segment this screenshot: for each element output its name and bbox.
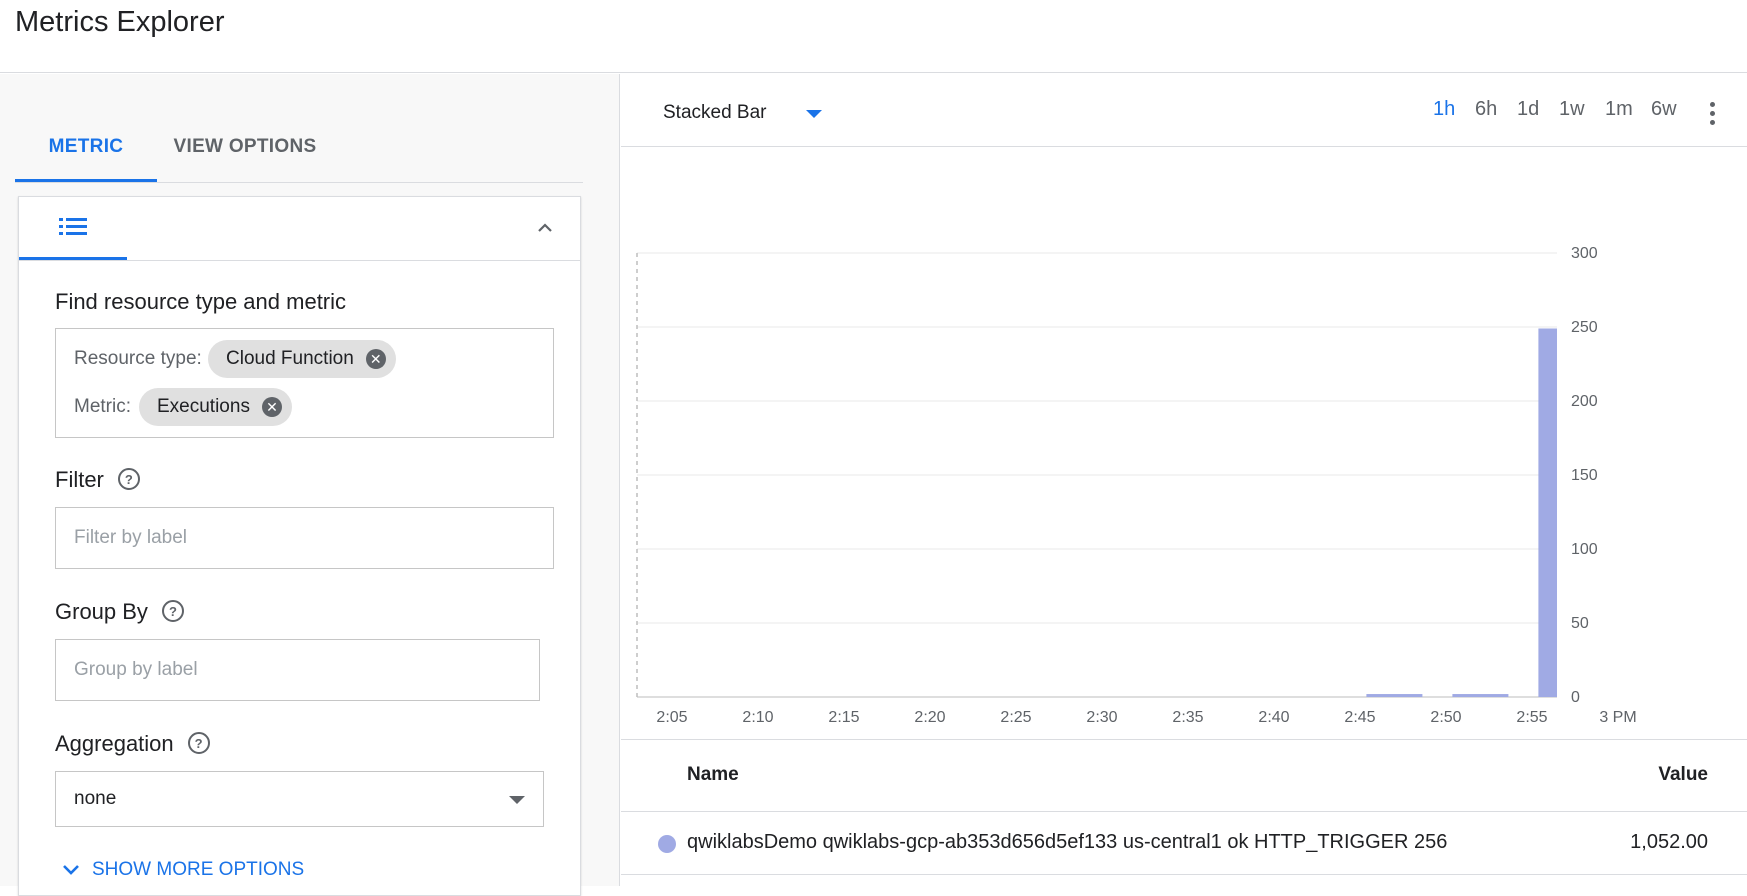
- chart-bar: [1366, 694, 1423, 697]
- remove-chip-icon[interactable]: ✕: [261, 397, 282, 417]
- range-1h[interactable]: 1h: [1433, 98, 1455, 121]
- chevron-down-icon: [63, 865, 79, 875]
- y-tick-label: 50: [1571, 615, 1589, 632]
- x-tick-label: 2:15: [828, 709, 859, 726]
- metric-label: Metric:: [74, 396, 131, 417]
- remove-chip-icon[interactable]: ✕: [365, 349, 386, 369]
- metric-card: Find resource type and metric Resource t…: [18, 196, 581, 896]
- find-resource-label: Find resource type and metric: [55, 289, 347, 314]
- aggregation-label: Aggregation?: [55, 731, 210, 757]
- x-tick-label: 2:25: [1000, 709, 1031, 726]
- aggregation-select[interactable]: none: [55, 771, 544, 827]
- chart-toolbar: Stacked Bar 1h 6h 1d 1w 1m 6w: [621, 74, 1747, 147]
- groupby-label-text: Group By: [55, 599, 148, 624]
- show-more-label: SHOW MORE OPTIONS: [92, 859, 305, 880]
- chevron-up-icon: [538, 223, 552, 232]
- x-tick-label: 2:40: [1258, 709, 1289, 726]
- tab-view-options[interactable]: VIEW OPTIONS: [165, 124, 325, 182]
- dropdown-caret-icon: [509, 796, 525, 804]
- filter-input[interactable]: Filter by label: [55, 507, 554, 569]
- series-name: qwiklabsDemo qwiklabs-gcp-ab353d656d5ef1…: [687, 831, 1448, 853]
- x-tick-label: 2:45: [1344, 709, 1375, 726]
- y-tick-label: 0: [1571, 689, 1580, 706]
- metric-value: Executions: [157, 396, 250, 417]
- groupby-placeholder: Group by label: [74, 659, 198, 680]
- top-bar: Metrics Explorer: [0, 0, 1747, 73]
- legend-table-header: Name Value: [621, 739, 1747, 812]
- y-tick-label: 150: [1571, 467, 1598, 484]
- y-tick-label: 100: [1571, 541, 1598, 558]
- help-icon[interactable]: ?: [161, 600, 184, 623]
- x-tick-label: 3 PM: [1599, 709, 1636, 726]
- card-header: [19, 197, 580, 261]
- y-tick-label: 300: [1571, 245, 1598, 262]
- chart-type-select[interactable]: Stacked Bar: [663, 102, 767, 124]
- groupby-input[interactable]: Group by label: [55, 639, 540, 701]
- resource-type-label: Resource type:: [74, 348, 202, 369]
- collapse-button[interactable]: [532, 215, 558, 241]
- card-tab-list[interactable]: [19, 197, 127, 260]
- filter-label-text: Filter: [55, 467, 104, 492]
- table-row[interactable]: qwiklabsDemo qwiklabs-gcp-ab353d656d5ef1…: [621, 812, 1747, 875]
- metric-chip[interactable]: Executions ✕: [139, 388, 292, 426]
- resource-metric-box[interactable]: Resource type: Cloud Function ✕ Metric: …: [55, 328, 554, 438]
- column-name-header[interactable]: Name: [687, 764, 739, 786]
- list-icon: [59, 218, 87, 235]
- range-1m[interactable]: 1m: [1605, 98, 1633, 121]
- right-panel: Stacked Bar 1h 6h 1d 1w 1m 6w 300 250 200 1…: [621, 74, 1747, 886]
- show-more-options[interactable]: SHOW MORE OPTIONS: [62, 859, 304, 881]
- x-tick-label: 2:05: [656, 709, 687, 726]
- x-tick-label: 2:30: [1086, 709, 1117, 726]
- chart-type-caret-icon[interactable]: [806, 110, 822, 118]
- tab-metric[interactable]: METRIC: [15, 124, 157, 182]
- x-tick-label: 2:20: [914, 709, 945, 726]
- page-title: Metrics Explorer: [15, 6, 225, 38]
- left-panel: METRIC VIEW OPTIONS Find resource type a…: [0, 74, 620, 896]
- series-value: 1,052.00: [1630, 831, 1708, 853]
- x-tick-label: 2:35: [1172, 709, 1203, 726]
- resource-type-chip[interactable]: Cloud Function ✕: [208, 340, 396, 378]
- bar-chart: 300 250 200 150 100 50 0 2:05 2:10 2:15 2:20 2:25 2:…: [636, 245, 1637, 726]
- tab-bar: METRIC VIEW OPTIONS: [15, 124, 583, 183]
- range-1w[interactable]: 1w: [1559, 98, 1585, 121]
- series-color-dot: [658, 835, 676, 853]
- range-1d[interactable]: 1d: [1517, 98, 1539, 121]
- chart-area: 300 250 200 150 100 50 0 2:05 2:10 2:15 2:20 2:25 2:…: [621, 148, 1747, 813]
- x-tick-label: 2:10: [742, 709, 773, 726]
- y-tick-label: 250: [1571, 319, 1598, 336]
- x-tick-label: 2:50: [1430, 709, 1461, 726]
- chart-bar: [1452, 694, 1509, 697]
- groupby-label: Group By?: [55, 599, 184, 625]
- y-tick-label: 200: [1571, 393, 1598, 410]
- column-value-header[interactable]: Value: [1658, 764, 1708, 786]
- help-icon[interactable]: ?: [117, 468, 140, 491]
- filter-placeholder: Filter by label: [74, 527, 187, 548]
- aggregation-value: none: [74, 788, 117, 809]
- more-vert-icon[interactable]: [1710, 102, 1716, 125]
- aggregation-label-text: Aggregation: [55, 731, 174, 756]
- range-6w[interactable]: 6w: [1651, 98, 1677, 121]
- help-icon[interactable]: ?: [187, 732, 210, 755]
- filter-label: Filter?: [55, 467, 140, 493]
- x-tick-label: 2:55: [1516, 709, 1547, 726]
- range-6h[interactable]: 6h: [1475, 98, 1497, 121]
- chart-bar: [1538, 328, 1557, 697]
- resource-type-value: Cloud Function: [226, 348, 354, 369]
